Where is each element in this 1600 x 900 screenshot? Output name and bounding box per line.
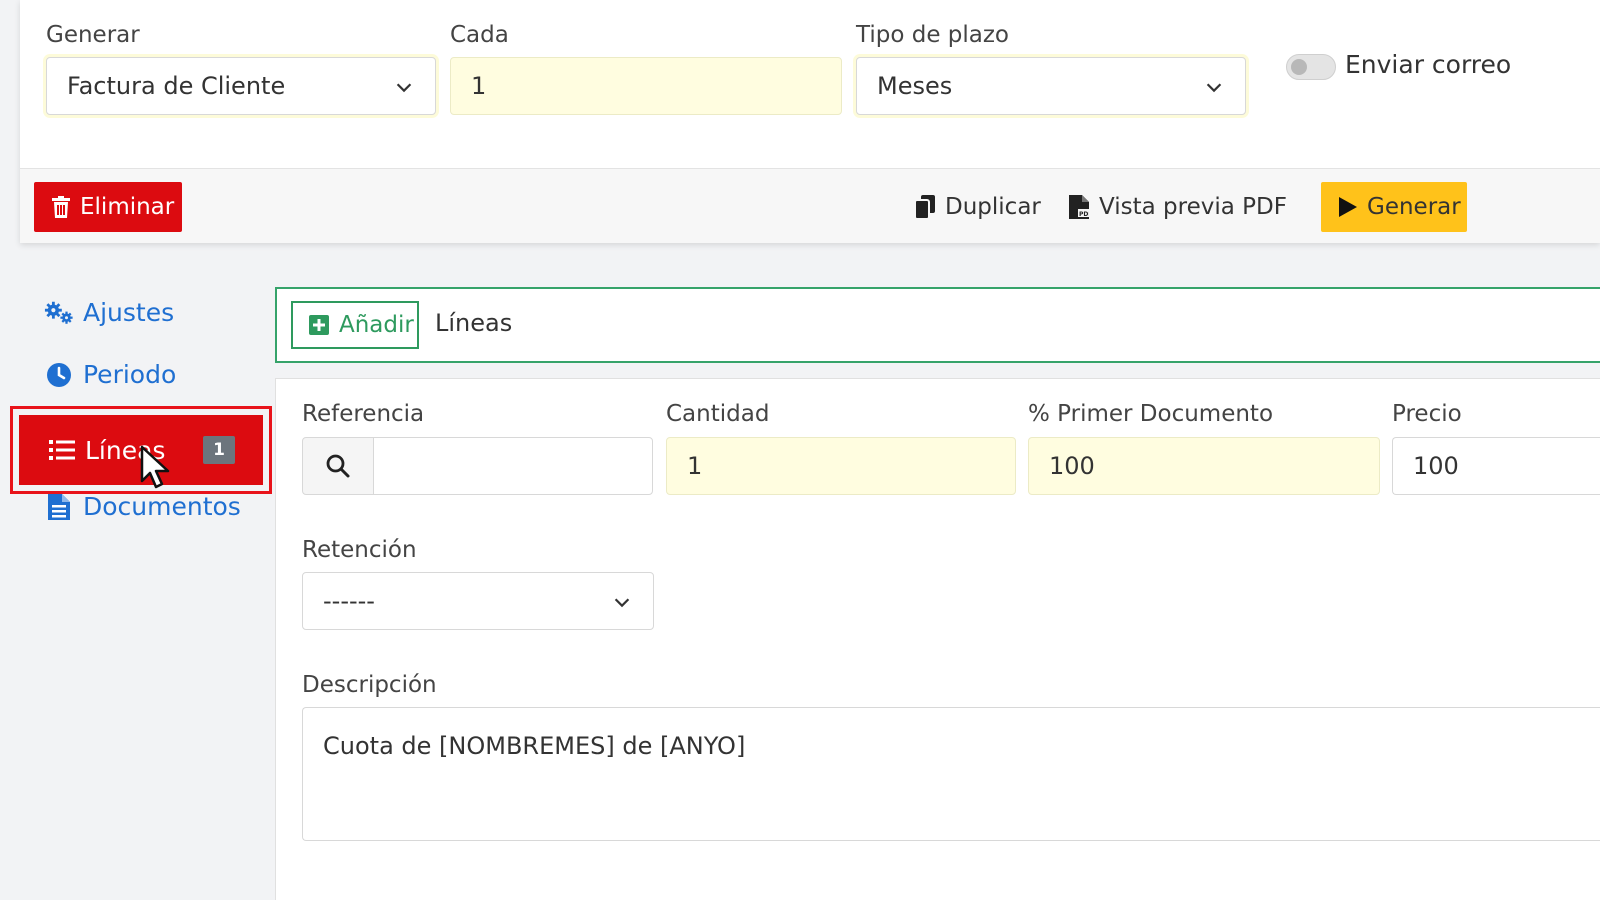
svg-text:PDF: PDF — [1079, 211, 1089, 218]
tipo-plazo-select[interactable]: Meses — [856, 57, 1246, 115]
eliminar-label: Eliminar — [80, 194, 175, 220]
lines-header: Añadir Líneas — [275, 287, 1600, 363]
lineas-count-badge: 1 — [203, 436, 235, 464]
generar-label: Generar — [46, 22, 140, 48]
toggle-knob — [1291, 59, 1307, 75]
referencia-label: Referencia — [302, 401, 425, 427]
line-item-panel: Referencia Cantidad 1 % Primer Documento… — [275, 378, 1600, 900]
cada-value: 1 — [471, 72, 487, 100]
cantidad-value: 1 — [687, 452, 703, 480]
duplicar-button[interactable]: Duplicar — [915, 182, 1041, 232]
generar-button-label: Generar — [1367, 194, 1461, 220]
lines-title: Líneas — [435, 309, 513, 337]
sidebar-item-periodo[interactable]: Periodo — [44, 360, 176, 389]
retencion-label: Retención — [302, 537, 417, 563]
sidebar-item-label: Periodo — [83, 360, 177, 389]
clock-icon — [44, 362, 74, 388]
enviar-correo-toggle[interactable] — [1286, 54, 1336, 80]
document-icon — [44, 493, 74, 520]
vista-previa-label: Vista previa PDF — [1099, 194, 1287, 220]
descripcion-textarea[interactable]: Cuota de [NOMBREMES] de [ANYO] — [302, 707, 1600, 841]
descripcion-value: Cuota de [NOMBREMES] de [ANYO] — [323, 732, 746, 760]
file-pdf-icon: PDF — [1069, 195, 1089, 219]
descripcion-label: Descripción — [302, 672, 437, 698]
mouse-pointer-icon — [140, 445, 170, 489]
add-line-button[interactable]: Añadir — [291, 301, 419, 349]
play-icon — [1339, 197, 1357, 217]
card-footer: Eliminar Duplicar PDF Vista previa PDF G… — [20, 168, 1600, 243]
cantidad-label: Cantidad — [666, 401, 770, 427]
tipo-plazo-label: Tipo de plazo — [856, 22, 1010, 48]
trash-icon — [52, 196, 70, 218]
sidebar-item-label: Ajustes — [83, 298, 175, 327]
duplicar-label: Duplicar — [945, 194, 1041, 220]
chevron-down-icon — [1206, 83, 1222, 93]
recurring-settings-card: Generar Factura de Cliente Cada 1 Tipo d… — [20, 0, 1600, 243]
referencia-input[interactable] — [373, 437, 653, 495]
add-line-label: Añadir — [339, 312, 414, 338]
precio-value: 100 — [1413, 452, 1459, 480]
generar-select[interactable]: Factura de Cliente — [46, 57, 436, 115]
vista-previa-button[interactable]: PDF Vista previa PDF — [1069, 182, 1287, 232]
retencion-value: ------ — [323, 587, 375, 615]
cada-label: Cada — [450, 22, 509, 48]
primer-documento-value: 100 — [1049, 452, 1095, 480]
list-icon — [49, 439, 75, 461]
primer-documento-input[interactable]: 100 — [1028, 437, 1380, 495]
gears-icon — [44, 300, 74, 326]
plus-square-icon — [309, 315, 329, 335]
cada-input[interactable]: 1 — [450, 57, 842, 115]
sidebar-item-documentos[interactable]: Documentos — [44, 492, 241, 521]
search-icon — [326, 454, 350, 478]
generar-value: Factura de Cliente — [67, 72, 286, 100]
precio-label: Precio — [1392, 401, 1462, 427]
sidebar-item-label: Documentos — [83, 492, 241, 521]
chevron-down-icon — [614, 598, 630, 608]
copy-icon — [915, 195, 935, 219]
sidebar-item-ajustes[interactable]: Ajustes — [44, 298, 174, 327]
precio-input[interactable]: 100 — [1392, 437, 1600, 495]
eliminar-button[interactable]: Eliminar — [34, 182, 182, 232]
enviar-correo-label: Enviar correo — [1345, 50, 1512, 79]
chevron-down-icon — [396, 83, 412, 93]
generar-button[interactable]: Generar — [1321, 182, 1467, 232]
tipo-plazo-value: Meses — [877, 72, 953, 100]
referencia-search-button[interactable] — [302, 437, 374, 495]
cantidad-input[interactable]: 1 — [666, 437, 1016, 495]
primer-documento-label: % Primer Documento — [1028, 401, 1274, 427]
retencion-select[interactable]: ------ — [302, 572, 654, 630]
